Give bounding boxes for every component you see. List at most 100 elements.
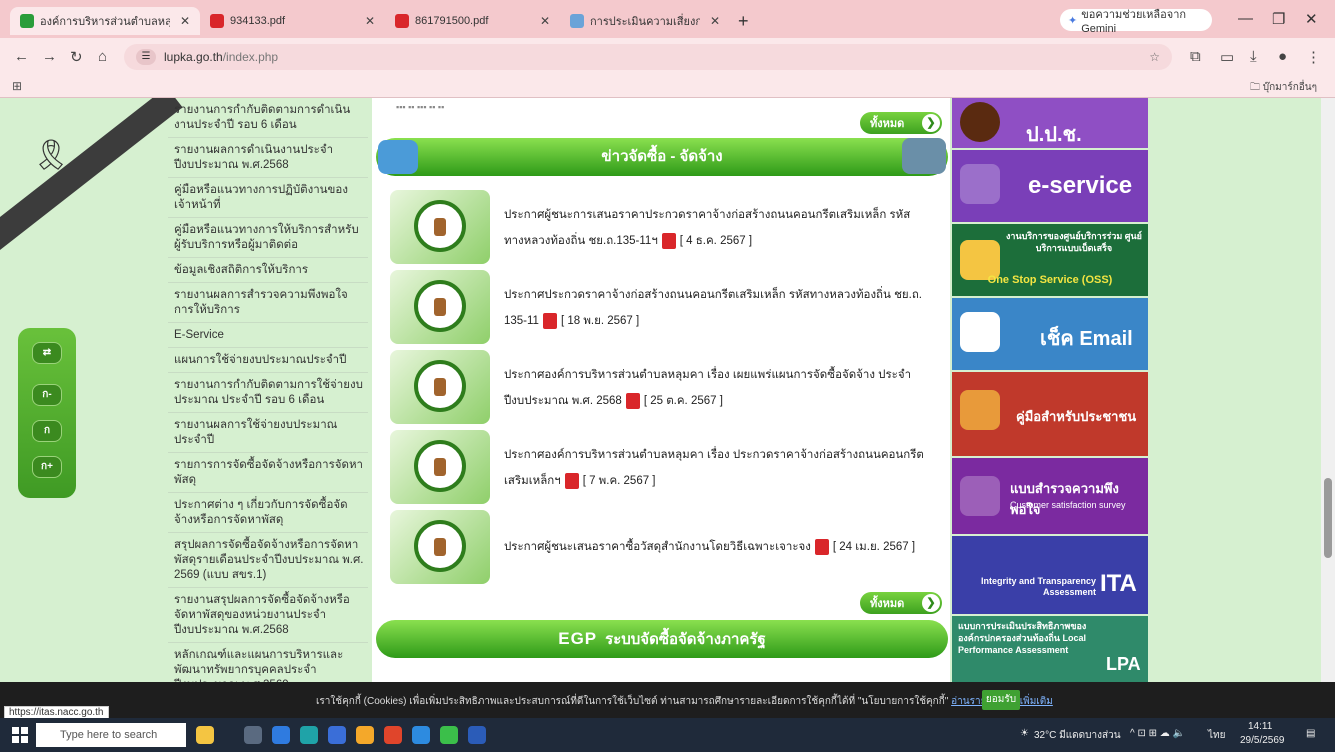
- lpa-banner[interactable]: แบบการประเมินประสิทธิภาพขององค์กรปกครองส…: [952, 616, 1148, 682]
- news-item[interactable]: ประกาศองค์การบริหารส่วนตำบลหลุมคา เรื่อง…: [390, 430, 946, 504]
- weather-widget-icon[interactable]: [196, 726, 214, 744]
- close-window-icon[interactable]: ✕: [1305, 10, 1318, 28]
- e-service-banner[interactable]: e-service: [952, 150, 1148, 222]
- view-all-label: ทั้งหมด: [870, 598, 905, 610]
- restore-icon[interactable]: ❐: [1272, 10, 1285, 28]
- menu-item[interactable]: รายงานการกำกับติดตามการใช้จ่ายงบประมาณ ป…: [168, 373, 368, 413]
- language-indicator[interactable]: ไทย: [1208, 728, 1225, 743]
- taskbar-search[interactable]: Type here to search: [36, 723, 186, 747]
- pdf-icon[interactable]: [542, 312, 557, 329]
- split-view-icon[interactable]: ▭: [1220, 48, 1234, 66]
- task-view-icon[interactable]: [244, 726, 262, 744]
- new-tab-button[interactable]: +: [738, 11, 749, 32]
- menu-item[interactable]: รายงานการกำกับติดตามการดำเนินงานประจำปี …: [168, 98, 368, 138]
- close-icon[interactable]: ✕: [365, 14, 375, 28]
- menu-item[interactable]: รายงานผลการดำเนินงานประจำปีงบประมาณ พ.ศ.…: [168, 138, 368, 178]
- egp-header: EGP ระบบจัดซื้อจัดจ้างภาครัฐ: [376, 620, 948, 658]
- banner-subtitle: Customer satisfaction survey: [1010, 500, 1126, 510]
- font-increase-button[interactable]: ก+: [32, 456, 62, 478]
- home-icon[interactable]: ⌂: [98, 48, 107, 65]
- bookmark-star-icon[interactable]: ☆: [1149, 50, 1160, 64]
- url-field[interactable]: ☰ lupka.go.th/index.php ☆: [124, 44, 1172, 70]
- pdf-icon[interactable]: [814, 538, 829, 555]
- banner-title: e-service: [1028, 172, 1133, 199]
- menu-item[interactable]: รายการการจัดซื้อจัดจ้างหรือการจัดหาพัสดุ: [168, 453, 368, 493]
- site-info-icon[interactable]: ☰: [136, 49, 156, 65]
- clock-time[interactable]: 14:11: [1248, 721, 1272, 732]
- news-item[interactable]: ประกาศประกวดราคาจ้างก่อสร้างถนนคอนกรีตเส…: [390, 270, 946, 344]
- clock-date[interactable]: 29/5/2569: [1240, 735, 1285, 746]
- citizen-manual-banner[interactable]: คู่มือสำหรับประชาชน: [952, 372, 1148, 456]
- download-icon[interactable]: ⤓: [1250, 48, 1257, 65]
- view-all-button[interactable]: ทั้งหมด ❯: [860, 592, 942, 614]
- word-app-icon[interactable]: [468, 726, 486, 744]
- browser-tab-1[interactable]: องค์การบริหารส่วนตำบลหลุมคา อำเภ ✕: [10, 7, 200, 35]
- pdf-icon[interactable]: [661, 232, 676, 249]
- view-all-button[interactable]: ทั้งหมด ❯: [860, 112, 942, 134]
- weather-text[interactable]: 32°C มีแดดบางส่วน: [1034, 728, 1121, 743]
- news-item[interactable]: ประกาศผู้ชนะเสนอราคาซื้อวัสดุสำนักงานโดย…: [390, 510, 946, 584]
- banner-title: LPA: [1106, 654, 1141, 674]
- close-icon[interactable]: ✕: [540, 14, 550, 28]
- menu-item[interactable]: ข้อมูลเชิงสถิติการให้บริการ: [168, 258, 368, 283]
- other-bookmarks[interactable]: 🗀 บุ๊กมาร์กอื่นๆ: [1250, 80, 1317, 97]
- reload-icon[interactable]: ↻: [70, 48, 83, 66]
- chrome-app-icon[interactable]: [384, 726, 402, 744]
- email-banner[interactable]: เช็ค Email: [952, 298, 1148, 370]
- menu-item[interactable]: คู่มือหรือแนวทางการให้บริการสำหรับผู้รับ…: [168, 218, 368, 258]
- profile-icon[interactable]: ●: [1278, 48, 1287, 65]
- oss-banner[interactable]: งานบริการของศูนย์บริการร่วม ศูนย์บริการแ…: [952, 224, 1148, 296]
- cookie-accept-button[interactable]: ยอมรับ: [982, 690, 1020, 710]
- app-icon[interactable]: [412, 726, 430, 744]
- news-title[interactable]: ประกาศผู้ชนะเสนอราคาซื้อวัสดุสำนักงานโดย…: [504, 541, 811, 553]
- extensions-icon[interactable]: ⧉: [1190, 48, 1201, 65]
- forward-icon[interactable]: →: [42, 48, 57, 65]
- notification-icon[interactable]: ▤: [1306, 728, 1315, 739]
- menu-item[interactable]: E-Service: [168, 323, 368, 348]
- news-date: [ 4 ธ.ค. 2567 ]: [679, 235, 753, 247]
- survey-banner[interactable]: แบบสำรวจความพึงพอใจ Customer satisfactio…: [952, 458, 1148, 534]
- close-icon[interactable]: ✕: [710, 14, 720, 28]
- font-decrease-button[interactable]: ก-: [32, 384, 62, 406]
- ita-banner[interactable]: Integrity and Transparency Assessment IT…: [952, 536, 1148, 614]
- gemini-label: ขอความช่วยเหลือจาก Gemini: [1081, 9, 1187, 35]
- browser-tab-4[interactable]: การประเมินความเสี่ยงการทุจริตในภาค ✕: [560, 7, 730, 35]
- menu-icon[interactable]: ⋮: [1306, 48, 1321, 66]
- nacc-banner[interactable]: ป.ป.ช.: [952, 98, 1148, 148]
- news-item[interactable]: ประกาศผู้ชนะการเสนอราคาประกวดราคาจ้างก่อ…: [390, 190, 946, 264]
- page-scrollbar[interactable]: [1321, 98, 1335, 682]
- line-app-icon[interactable]: [440, 726, 458, 744]
- menu-item[interactable]: คู่มือหรือแนวทางการปฏิบัติงานของเจ้าหน้า…: [168, 178, 368, 218]
- translate-icon[interactable]: ⇄: [32, 342, 62, 364]
- browser-tab-2[interactable]: 934133.pdf ✕: [200, 7, 385, 35]
- minimize-icon[interactable]: —: [1238, 10, 1253, 27]
- menu-item[interactable]: รายงานผลการสำรวจความพึงพอใจการให้บริการ: [168, 283, 368, 323]
- procurement-header: ข่าวจัดซื้อ - จัดจ้าง: [376, 138, 948, 176]
- tab-label: 934133.pdf: [230, 15, 286, 27]
- tray-icons[interactable]: ^ ⊡ ⊞ ☁ 🔈: [1130, 728, 1185, 739]
- news-item[interactable]: ประกาศองค์การบริหารส่วนตำบลหลุมคา เรื่อง…: [390, 350, 946, 424]
- menu-item[interactable]: แผนการใช้จ่ายงบประมาณประจำปี: [168, 348, 368, 373]
- windows-taskbar: ⚲ Type here to search ☀ 32°C มีแดดบางส่ว…: [0, 718, 1335, 752]
- pdf-icon[interactable]: [564, 472, 579, 489]
- menu-item[interactable]: หลักเกณฑ์และแผนการบริหารและพัฒนาทรัพยากร…: [168, 643, 368, 682]
- browser-tab-3[interactable]: 861791500.pdf ✕: [385, 7, 560, 35]
- deer-emblem: [434, 378, 446, 396]
- windows-start-icon[interactable]: [12, 727, 28, 743]
- pdf-icon[interactable]: [625, 392, 640, 409]
- back-icon[interactable]: ←: [14, 48, 29, 65]
- menu-item[interactable]: รายงานผลการใช้จ่ายงบประมาณประจำปี: [168, 413, 368, 453]
- menu-item[interactable]: ประกาศต่าง ๆ เกี่ยวกับการจัดซื้อจัดจ้างห…: [168, 493, 368, 533]
- edge-app-icon[interactable]: [300, 726, 318, 744]
- files-app-icon[interactable]: [356, 726, 374, 744]
- menu-item[interactable]: สรุปผลการจัดซื้อจัดจ้างหรือการจัดหาพัสดุ…: [168, 533, 368, 588]
- close-icon[interactable]: ✕: [180, 14, 190, 28]
- scrollbar-thumb[interactable]: [1324, 478, 1332, 558]
- browser-app-icon[interactable]: [272, 726, 290, 744]
- menu-item[interactable]: รายงานสรุปผลการจัดซื้อจัดจ้างหรือจัดหาพั…: [168, 588, 368, 643]
- store-app-icon[interactable]: [328, 726, 346, 744]
- apps-icon[interactable]: ⊞: [12, 79, 22, 93]
- banner-subtitle: แบบการประเมินประสิทธิภาพขององค์กรปกครองส…: [958, 621, 1087, 655]
- gemini-button[interactable]: ✦ ขอความช่วยเหลือจาก Gemini: [1060, 9, 1212, 35]
- font-normal-button[interactable]: ก: [32, 420, 62, 442]
